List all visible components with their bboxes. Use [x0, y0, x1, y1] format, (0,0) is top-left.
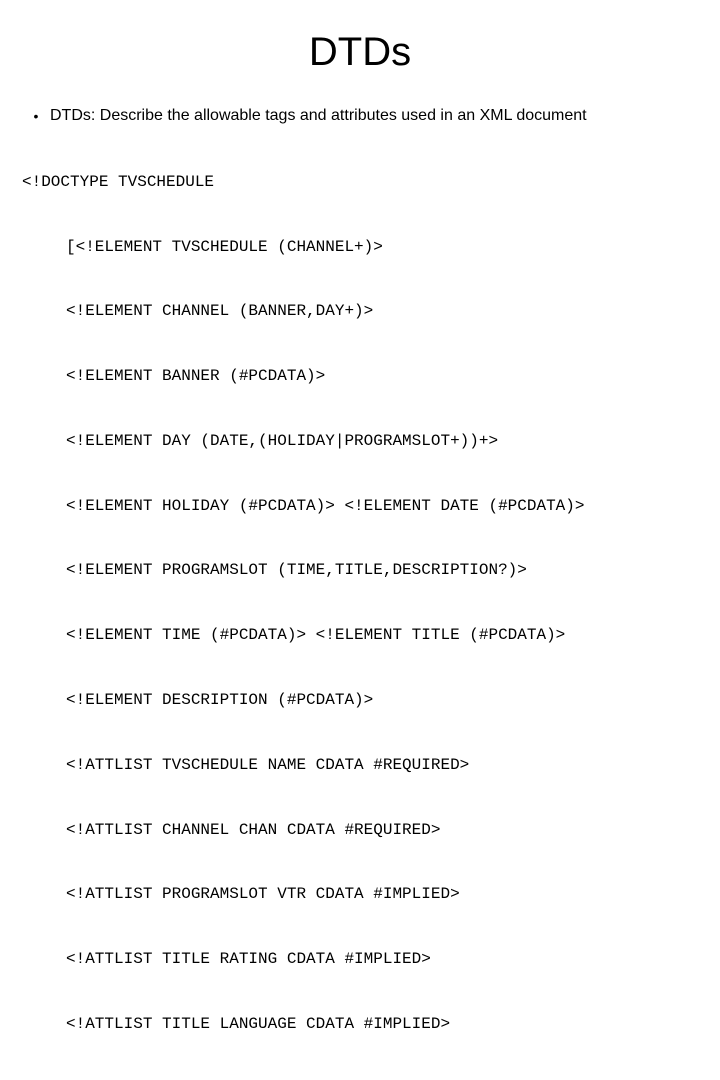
code-line: <!ATTLIST TITLE LANGUAGE CDATA #IMPLIED>	[22, 1014, 698, 1036]
code-line: <!ELEMENT BANNER (#PCDATA)>	[22, 366, 698, 388]
bullet-item-1: • DTDs: Describe the allowable tags and …	[22, 105, 698, 127]
code-line: <!ATTLIST TVSCHEDULE NAME CDATA #REQUIRE…	[22, 755, 698, 777]
code-line: <!DOCTYPE TVSCHEDULE	[22, 172, 698, 194]
code-line: <!ATTLIST PROGRAMSLOT VTR CDATA #IMPLIED…	[22, 884, 698, 906]
code-line: <!ELEMENT PROGRAMSLOT (TIME,TITLE,DESCRI…	[22, 560, 698, 582]
slide-title: DTDs	[22, 30, 698, 75]
code-line: <!ELEMENT CHANNEL (BANNER,DAY+)>	[22, 301, 698, 323]
dtd-code-block: <!DOCTYPE TVSCHEDULE [<!ELEMENT TVSCHEDU…	[22, 129, 698, 1080]
slide: DTDs • DTDs: Describe the allowable tags…	[0, 0, 720, 540]
code-line: <!ELEMENT DESCRIPTION (#PCDATA)>	[22, 690, 698, 712]
bullet-dot-icon: •	[22, 105, 50, 126]
code-line: <!ATTLIST CHANNEL CHAN CDATA #REQUIRED>	[22, 820, 698, 842]
bullet-text: DTDs: Describe the allowable tags and at…	[50, 105, 587, 127]
code-line: <!ELEMENT TIME (#PCDATA)> <!ELEMENT TITL…	[22, 625, 698, 647]
code-line: <!ELEMENT DAY (DATE,(HOLIDAY|PROGRAMSLOT…	[22, 431, 698, 453]
code-line: <!ATTLIST TITLE RATING CDATA #IMPLIED>	[22, 949, 698, 971]
code-line: [<!ELEMENT TVSCHEDULE (CHANNEL+)>	[22, 237, 698, 259]
code-line: ]>	[22, 1079, 698, 1080]
code-line: <!ELEMENT HOLIDAY (#PCDATA)> <!ELEMENT D…	[22, 496, 698, 518]
